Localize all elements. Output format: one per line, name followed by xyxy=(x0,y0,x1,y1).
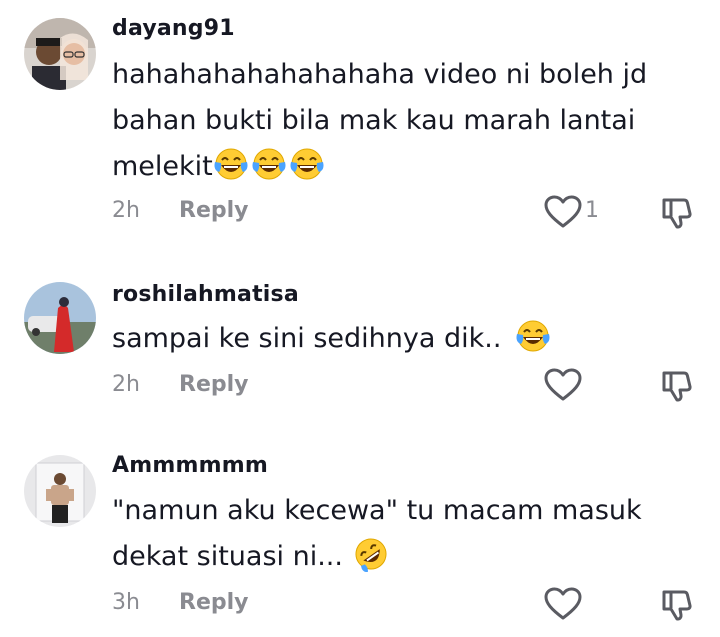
thumbs-down-icon[interactable] xyxy=(660,196,694,230)
face-with-tears-of-joy-icon xyxy=(251,146,287,182)
avatar[interactable] xyxy=(24,282,96,354)
comment-text-body: hahahahahahahahaha video ni boleh jd bah… xyxy=(112,59,648,182)
comment-time: 3h xyxy=(112,590,140,615)
rolling-on-the-floor-laughing-icon xyxy=(353,536,389,572)
face-with-tears-of-joy-icon xyxy=(213,146,249,182)
reply-button[interactable]: Reply xyxy=(179,372,249,397)
face-with-tears-of-joy-icon xyxy=(515,318,551,354)
username[interactable]: Ammmmmm xyxy=(112,453,268,478)
reply-button[interactable]: Reply xyxy=(179,590,249,615)
face-with-tears-of-joy-icon xyxy=(289,146,325,182)
comment-meta: 2h Reply xyxy=(112,198,249,223)
heart-outline-icon[interactable] xyxy=(543,194,583,230)
heart-outline-icon[interactable] xyxy=(543,367,583,403)
comment-meta: 2h Reply xyxy=(112,372,249,397)
thumbs-down-icon[interactable] xyxy=(660,588,694,622)
username[interactable]: dayang91 xyxy=(112,16,235,41)
comment-text-body: sampai ke sini sedihnya dik.. xyxy=(112,323,502,354)
comment-meta: 3h Reply xyxy=(112,590,249,615)
comment-time: 2h xyxy=(112,372,140,397)
username[interactable]: roshilahmatisa xyxy=(112,282,299,307)
comment-text: sampai ke sini sedihnya dik.. xyxy=(112,316,672,362)
reply-button[interactable]: Reply xyxy=(179,198,249,223)
thumbs-down-icon[interactable] xyxy=(660,369,694,403)
comment-time: 2h xyxy=(112,198,140,223)
like-count: 1 xyxy=(585,198,599,223)
comment-text: hahahahahahahahaha video ni boleh jd bah… xyxy=(112,52,672,190)
heart-outline-icon[interactable] xyxy=(543,586,583,622)
comment-text: "namun aku kecewa" tu macam masuk dekat … xyxy=(112,488,672,580)
avatar[interactable] xyxy=(24,18,96,90)
avatar[interactable] xyxy=(24,455,96,527)
